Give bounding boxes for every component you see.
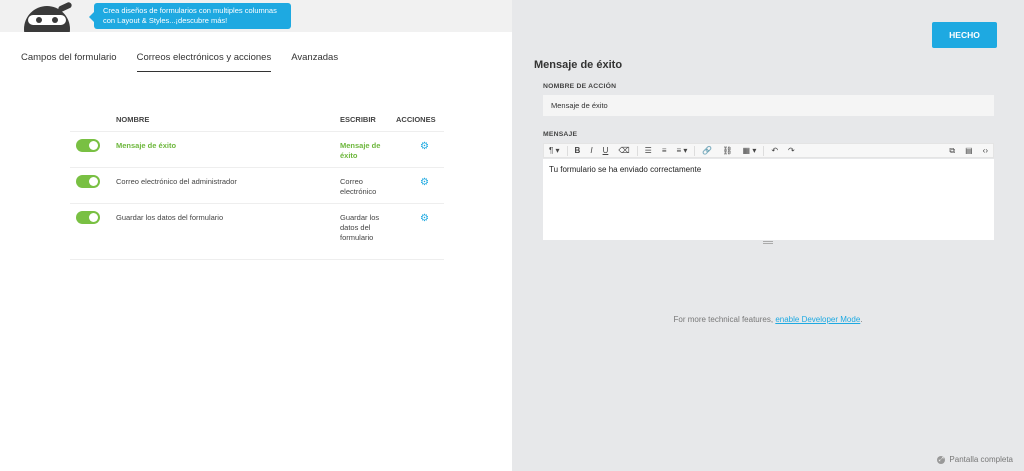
column-header-actions: ACCIONES bbox=[396, 115, 436, 124]
paragraph-style-icon[interactable]: ¶ ▾ bbox=[544, 144, 565, 157]
undo-icon[interactable]: ↶ bbox=[766, 144, 783, 157]
tab-emails-actions[interactable]: Correos electrónicos y acciones bbox=[136, 52, 272, 72]
enable-developer-mode-link[interactable]: enable Developer Mode bbox=[775, 315, 860, 324]
action-write: Guardar los datos del formulario bbox=[340, 213, 380, 242]
action-settings-drawer: HECHO Mensaje de éxito NOMBRE DE ACCIÓN … bbox=[512, 0, 1024, 471]
fullscreen-label: Pantalla completa bbox=[949, 455, 1013, 464]
action-name-input[interactable]: Mensaje de éxito bbox=[543, 95, 994, 116]
fullscreen-icon: ⤢ bbox=[937, 455, 946, 464]
code-view-icon[interactable]: ‹› bbox=[978, 144, 993, 157]
dev-note-suffix: . bbox=[860, 315, 863, 324]
action-name[interactable]: Guardar los datos del formulario bbox=[116, 213, 223, 222]
message-editor[interactable]: Tu formulario se ha enviado correctament… bbox=[543, 159, 994, 240]
top-bar: Crea diseños de formularios con multiple… bbox=[0, 0, 512, 32]
tab-advanced[interactable]: Avanzadas bbox=[291, 52, 338, 72]
done-button[interactable]: HECHO bbox=[932, 22, 997, 48]
dev-note-prefix: For more technical features, bbox=[673, 315, 774, 324]
tooltip-line-1: Crea diseños de formularios con multiple… bbox=[103, 6, 277, 15]
merge-tags-icon[interactable]: ⧉ bbox=[944, 144, 960, 157]
message-label: MENSAJE bbox=[543, 131, 578, 138]
action-toggle[interactable] bbox=[76, 139, 100, 152]
table-header: NOMBRE ESCRIBIR ACCIONES bbox=[70, 112, 444, 132]
eraser-icon[interactable]: ⌫ bbox=[613, 144, 634, 157]
table-row[interactable]: Mensaje de éxito Mensaje de éxito ⚙ bbox=[70, 132, 444, 168]
gear-icon[interactable]: ⚙ bbox=[420, 141, 429, 152]
bold-icon[interactable]: B bbox=[570, 144, 586, 157]
unlink-icon[interactable]: ⛓ bbox=[717, 144, 737, 157]
column-header-write: ESCRIBIR bbox=[340, 115, 376, 124]
action-write: Mensaje de éxito bbox=[340, 141, 381, 160]
tab-form-fields[interactable]: Campos del formulario bbox=[21, 52, 117, 72]
layout-styles-tooltip[interactable]: Crea diseños de formularios con multiple… bbox=[89, 3, 291, 29]
action-name[interactable]: Correo electrónico del administrador bbox=[116, 177, 237, 186]
unordered-list-icon[interactable]: ☰ bbox=[640, 144, 657, 157]
builder-tabs: Campos del formulario Correos electrónic… bbox=[21, 52, 338, 72]
fullscreen-button[interactable]: ⤢ Pantalla completa bbox=[937, 455, 1013, 464]
table-icon[interactable]: ▦ ▾ bbox=[738, 144, 762, 157]
link-icon[interactable]: 🔗 bbox=[697, 144, 717, 157]
gear-icon[interactable]: ⚙ bbox=[420, 177, 429, 188]
table-row[interactable]: Correo electrónico del administrador Cor… bbox=[70, 168, 444, 204]
ninja-forms-logo bbox=[24, 2, 72, 32]
ordered-list-icon[interactable]: ≡ bbox=[657, 144, 672, 157]
action-name-label: NOMBRE DE ACCIÓN bbox=[543, 83, 617, 90]
table-row[interactable]: Guardar los datos del formulario Guardar… bbox=[70, 204, 444, 260]
action-write: Correo electrónico bbox=[340, 177, 377, 196]
builder-panel: Campos del formulario Correos electrónic… bbox=[0, 32, 512, 471]
underline-icon[interactable]: U bbox=[598, 144, 614, 157]
column-header-name: NOMBRE bbox=[116, 115, 150, 124]
action-toggle[interactable] bbox=[76, 211, 100, 224]
redo-icon[interactable]: ↷ bbox=[783, 144, 800, 157]
action-toggle[interactable] bbox=[76, 175, 100, 188]
media-icon[interactable]: ▤ bbox=[960, 144, 978, 157]
developer-mode-note: For more technical features, enable Deve… bbox=[512, 315, 1024, 324]
drawer-title: Mensaje de éxito bbox=[534, 59, 623, 71]
resize-handle-icon[interactable] bbox=[763, 241, 773, 244]
editor-toolbar: ¶ ▾ B I U ⌫ ☰ ≡ ≡ ▾ 🔗 ⛓ ▦ ▾ ↶ ↷ ⧉ ▤ ‹› bbox=[543, 143, 994, 158]
tooltip-line-2: con Layout & Styles...¡descubre más! bbox=[103, 16, 228, 25]
action-name[interactable]: Mensaje de éxito bbox=[116, 141, 176, 150]
align-icon[interactable]: ≡ ▾ bbox=[672, 144, 693, 157]
italic-icon[interactable]: I bbox=[585, 144, 597, 157]
gear-icon[interactable]: ⚙ bbox=[420, 213, 429, 224]
actions-table: NOMBRE ESCRIBIR ACCIONES Mensaje de éxit… bbox=[70, 112, 444, 260]
